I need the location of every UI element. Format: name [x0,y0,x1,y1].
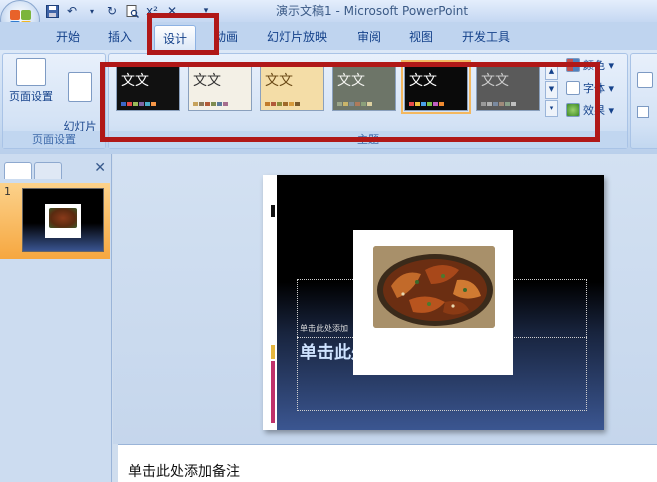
background-group [630,53,657,149]
tab-home[interactable]: 开始 [56,28,80,45]
notes-placeholder: 单击此处添加备注 [128,464,240,480]
redo-icon[interactable]: ↻ [104,3,120,19]
slide-orientation-icon [68,72,92,102]
undo-icon[interactable]: ↶ [64,3,80,19]
outline-tab[interactable] [34,162,62,179]
design-tab-highlight [147,13,219,55]
page-setup-group-label: 页面设置 [3,131,105,148]
thumbnail-photo [49,208,77,228]
save-icon[interactable] [44,3,60,19]
food-photo [373,246,495,328]
print-preview-icon[interactable] [124,3,140,19]
slide-editor: 单击此处添加 单击此处 [113,154,657,444]
subtitle-placeholder-text: 单击此处添加 [300,324,348,333]
tab-view[interactable]: 视图 [409,28,433,45]
tab-review[interactable]: 审阅 [357,28,381,45]
themes-highlight [100,62,600,142]
slide-canvas: 单击此处添加 单击此处 [263,175,604,430]
inserted-picture[interactable] [353,230,513,375]
slides-pane: ✕ 1 [0,154,112,482]
title-bar: ↶ ▾ ↻ x² ✕ ▾ 演示文稿1 - Microsoft PowerPoin… [0,0,657,22]
page-setup-group: 页面设置 幻灯片 方向 ▾ 页面设置 [2,53,106,149]
slide-number: 1 [4,185,11,198]
slide-thumbnail-item[interactable]: 1 [0,183,110,259]
background-styles-icon[interactable] [637,72,653,88]
slides-tab[interactable] [4,162,32,179]
tab-insert[interactable]: 插入 [108,28,132,45]
powerpoint-window: ↶ ▾ ↻ x² ✕ ▾ 演示文稿1 - Microsoft PowerPoin… [0,0,657,482]
hide-background-checkbox[interactable] [637,106,649,118]
slide-thumbnail [22,188,104,252]
page-setup-button[interactable]: 页面设置 [7,58,55,104]
ribbon-tabs: 开始 插入 设计 动画 幻灯片放映 审阅 视图 开发工具 [0,22,657,50]
tab-slideshow[interactable]: 幻灯片放映 [267,28,327,45]
slide-edge [263,175,277,430]
page-setup-label: 页面设置 [9,90,53,103]
dropdown-arrow-icon[interactable]: ▾ [84,3,100,19]
pane-tabs: ✕ [0,158,112,180]
tab-developer[interactable]: 开发工具 [462,28,510,45]
page-setup-icon [16,58,46,86]
notes-pane[interactable]: 单击此处添加备注 [118,444,657,482]
window-title: 演示文稿1 - Microsoft PowerPoint [276,4,469,18]
close-pane-icon[interactable]: ✕ [94,160,106,176]
